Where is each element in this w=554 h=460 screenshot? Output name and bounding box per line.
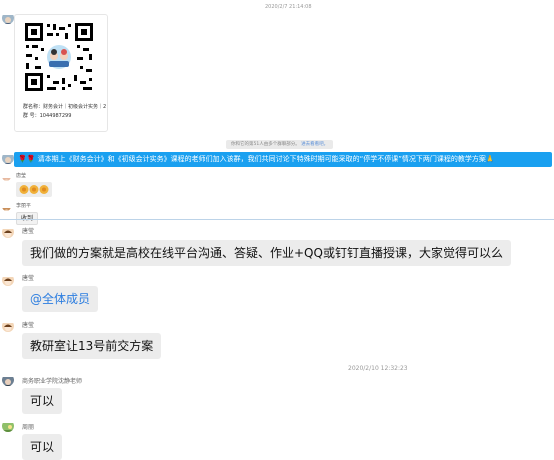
- avatar[interactable]: [2, 374, 14, 386]
- sender-name: 唐莹: [22, 322, 35, 329]
- timestamp: 2020/2/10 12:32:23: [348, 365, 408, 372]
- mention-all-members[interactable]: @全体成员: [30, 292, 90, 306]
- qr-code-image: [23, 21, 95, 93]
- message-bubble[interactable]: @全体成员: [22, 286, 99, 312]
- avatar[interactable]: [2, 420, 14, 432]
- avatar[interactable]: [2, 226, 14, 238]
- sender-name: 周丽: [22, 424, 35, 431]
- clap-icon: [19, 185, 29, 194]
- avatar[interactable]: [2, 12, 14, 24]
- sender-name: 李丽平: [16, 203, 32, 209]
- system-notice-link[interactable]: 进去看看吧。: [301, 142, 328, 147]
- message-bubble[interactable]: 教研室让13号前交方案: [22, 333, 162, 359]
- timestamp: 2020/2/7 21:14:08: [265, 4, 312, 10]
- emoji-message[interactable]: [16, 182, 52, 197]
- avatar[interactable]: [2, 152, 14, 164]
- avatar[interactable]: [2, 172, 11, 181]
- system-notice-text: 你和它的第51人由多个群聊部分。: [231, 142, 300, 147]
- qr-group-name: 群名称：财务会计｜初级会计实务｜2: [23, 104, 107, 110]
- message-bubble[interactable]: 可以: [22, 434, 63, 460]
- avatar[interactable]: [2, 274, 14, 286]
- sender-name: 商务职业学院沈静老师: [22, 378, 83, 385]
- announcement-text: 🌹🌹 请本期上《财务会计》和《初级会计实务》课程的老师们加入该群，我们共同讨论下…: [18, 155, 495, 163]
- qr-code-card[interactable]: 群名称：财务会计｜初级会计实务｜2 群 号：1044987299: [14, 14, 108, 132]
- group-announcement[interactable]: 🌹🌹 请本期上《财务会计》和《初级会计实务》课程的老师们加入该群，我们共同讨论下…: [14, 152, 552, 167]
- message-bubble[interactable]: 可以: [22, 388, 63, 414]
- avatar[interactable]: [2, 202, 11, 211]
- qr-code-icon: [23, 21, 95, 93]
- clap-icon: [29, 185, 39, 194]
- sender-name: 唐莹: [22, 228, 35, 235]
- divider: [0, 219, 554, 220]
- clap-icon: [39, 185, 49, 194]
- avatar[interactable]: [2, 320, 14, 332]
- sender-name: 唐莹: [22, 275, 35, 282]
- system-notice: 你和它的第51人由多个群聊部分。 进去看看吧。: [226, 140, 334, 149]
- qr-group-number: 群 号：1044987299: [23, 113, 72, 119]
- sender-name: 唐莹: [16, 173, 27, 179]
- message-bubble[interactable]: 我们做的方案就是高校在线平台沟通、答疑、作业+QQ或钉钉直播授课，大家觉得可以么: [22, 240, 511, 266]
